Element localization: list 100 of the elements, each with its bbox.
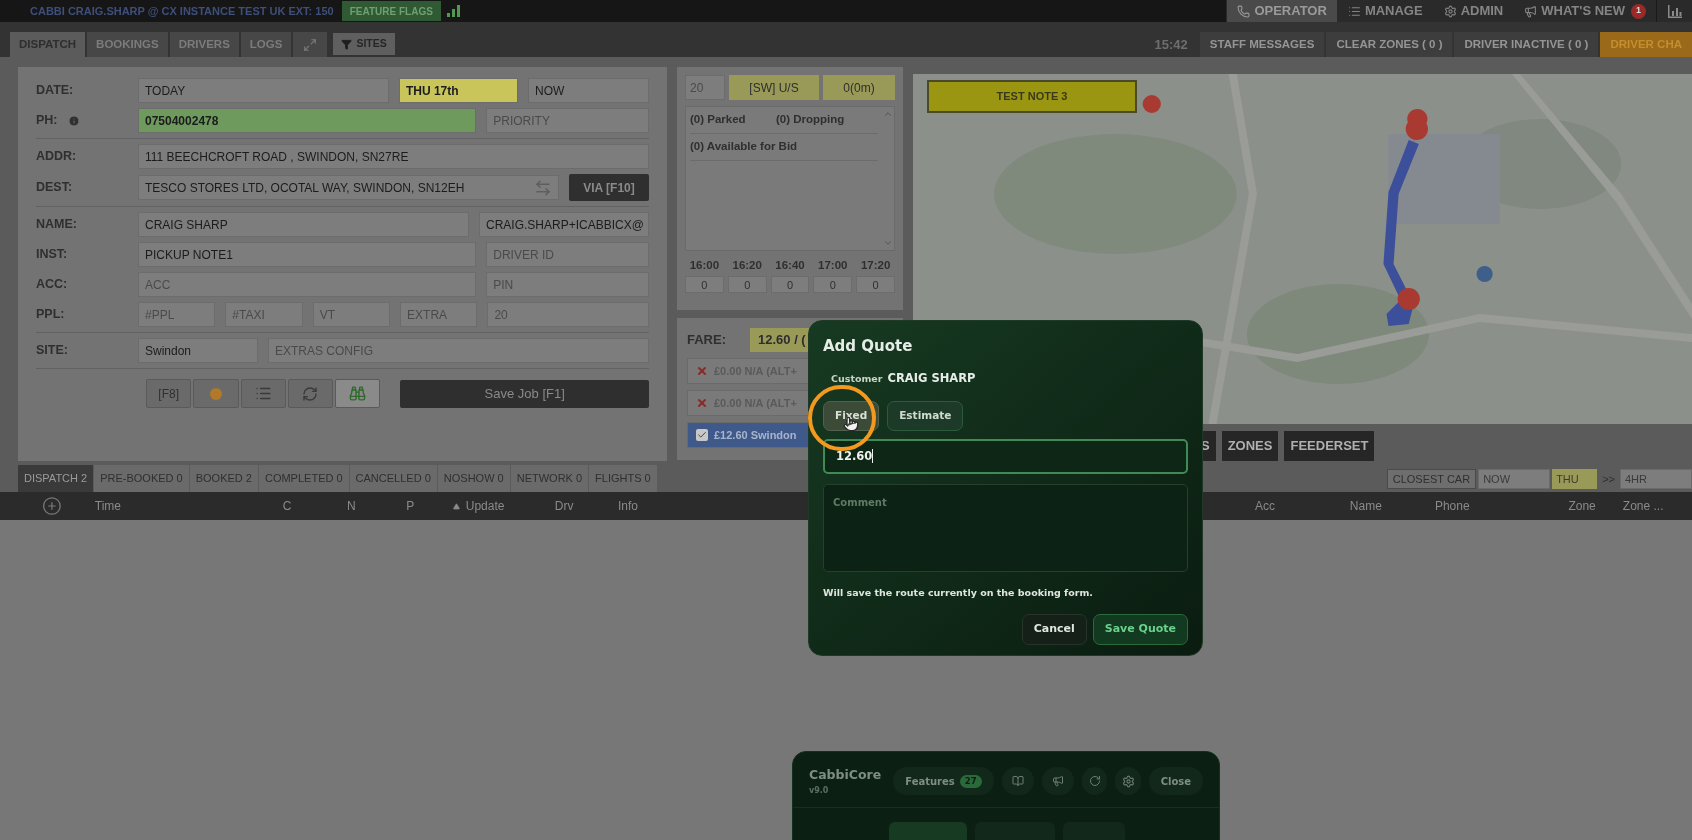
features-button[interactable]: Features 27 bbox=[893, 767, 994, 796]
count-badge: 1 bbox=[1631, 3, 1646, 19]
version-label: v9.0 bbox=[809, 784, 830, 797]
field-label: PPL: bbox=[36, 306, 65, 324]
job-tab[interactable]: PRE-BOOKED 0 bbox=[94, 465, 189, 492]
expand-button[interactable] bbox=[293, 32, 328, 57]
route-note: Will save the route currently on the booking form. bbox=[823, 585, 1094, 600]
input-field[interactable]: 07504002478 bbox=[138, 108, 477, 133]
column-header: C bbox=[282, 498, 292, 515]
input-field[interactable]: CRAIG SHARP bbox=[138, 212, 469, 237]
input-field[interactable]: TESCO STORES LTD, OCOTAL WAY, SWINDON, SN12EH bbox=[138, 175, 559, 200]
close-icon bbox=[696, 397, 708, 409]
slot-time: 17:00 bbox=[818, 258, 848, 273]
refresh-icon bbox=[302, 385, 319, 402]
column-header: Acc bbox=[1254, 498, 1275, 515]
column-header: N bbox=[346, 498, 356, 515]
save-quote-button[interactable]: Save Quote bbox=[1092, 614, 1188, 645]
status-button[interactable]: DRIVER INACTIVE ( 0 ) bbox=[1454, 32, 1599, 57]
slot-time: 16:20 bbox=[732, 258, 762, 273]
input-field[interactable]: 111 BEECHCROFT ROAD , SWINDON, SN27RE bbox=[138, 144, 649, 169]
input-field[interactable]: Swindon bbox=[138, 338, 258, 363]
via-button[interactable]: VIA [F10] bbox=[569, 174, 649, 201]
slot-time: 16:00 bbox=[689, 258, 720, 273]
slot-count: 0 bbox=[727, 276, 767, 294]
job-tab[interactable]: DISPATCH 2 bbox=[18, 465, 94, 492]
announce-button[interactable] bbox=[1041, 767, 1075, 796]
count-badge: 27 bbox=[959, 775, 982, 788]
cancel-button[interactable]: Cancel bbox=[1021, 614, 1087, 645]
save-job-button[interactable]: Save Job [F1] bbox=[400, 379, 649, 408]
tool-button[interactable] bbox=[240, 379, 286, 408]
customer-label: Customer bbox=[831, 371, 883, 386]
checkbox[interactable] bbox=[696, 429, 708, 441]
quote-type-button[interactable]: Estimate bbox=[887, 400, 964, 431]
field-label: NAME: bbox=[36, 216, 77, 234]
sites-button[interactable]: SITES bbox=[333, 33, 395, 55]
panel-title: CabbiCore bbox=[809, 766, 882, 784]
slot-count: 0 bbox=[685, 276, 724, 294]
scroll-down-icon bbox=[883, 238, 893, 248]
reload-icon bbox=[1088, 775, 1101, 788]
input-field[interactable]: 4HR bbox=[1620, 469, 1692, 489]
tool-button[interactable] bbox=[335, 379, 381, 408]
tool-button[interactable] bbox=[287, 379, 334, 408]
feature-flags-button[interactable]: FEATURE FLAGS bbox=[341, 1, 441, 21]
dialog-title: Add Quote bbox=[823, 336, 914, 357]
settings-button[interactable] bbox=[1115, 767, 1141, 796]
nav-icon bbox=[1443, 4, 1457, 18]
input-field[interactable]: NOW bbox=[1478, 469, 1551, 489]
column-header: Time bbox=[94, 498, 121, 515]
input-field[interactable]: TODAY bbox=[138, 78, 389, 103]
comment-field[interactable]: Comment bbox=[823, 483, 1188, 572]
reload-button[interactable] bbox=[1082, 767, 1108, 796]
status-button[interactable]: CLEAR ZONES ( 0 ) bbox=[1326, 32, 1453, 57]
close-icon bbox=[696, 365, 708, 377]
field-label: ADDR: bbox=[36, 148, 77, 166]
signal-icon bbox=[446, 5, 461, 17]
instance-title: CABBI CRAIG.SHARP @ CX INSTANCE TEST UK EXT: 150 bbox=[30, 3, 334, 19]
column-header: Update bbox=[465, 498, 505, 515]
slot-count: 0 bbox=[813, 276, 853, 294]
input-field[interactable]: PICKUP NOTE1 bbox=[138, 242, 477, 267]
tool-button[interactable]: [F8] bbox=[146, 379, 192, 408]
input-field[interactable]: CRAIG.SHARP+ICABBICX@ bbox=[479, 212, 649, 237]
record-icon bbox=[209, 387, 222, 400]
nav-tab[interactable]: MANAGE bbox=[1336, 0, 1433, 22]
list-cell-text: (0) Available for Bid bbox=[690, 139, 799, 155]
slot-count: 0 bbox=[770, 276, 810, 294]
list-icon bbox=[254, 385, 272, 402]
list-cell-text: (0) Dropping bbox=[776, 112, 846, 128]
list-cell-text: (0) Parked bbox=[690, 112, 747, 128]
amount-field[interactable]: 12.60 bbox=[823, 438, 1188, 474]
job-tab[interactable]: FLIGHTS 0 bbox=[589, 465, 657, 492]
input-field[interactable]: THU 17th bbox=[398, 78, 518, 103]
add-icon[interactable] bbox=[42, 496, 62, 516]
scroll-up-icon bbox=[883, 109, 893, 119]
job-tab[interactable]: COMPLETED 0 bbox=[258, 465, 349, 492]
close-button[interactable]: Close bbox=[1148, 767, 1203, 796]
status-button[interactable]: STAFF MESSAGES bbox=[1199, 32, 1325, 57]
expand-icon bbox=[303, 37, 318, 52]
day-field[interactable]: THU bbox=[1552, 469, 1598, 489]
nav-tab[interactable]: OPERATOR bbox=[1226, 0, 1337, 22]
nav-tab[interactable]: WHAT'S NEW 1 bbox=[1513, 0, 1656, 22]
docs-button[interactable] bbox=[1001, 767, 1034, 796]
job-tab[interactable]: NOSHOW 0 bbox=[437, 465, 510, 492]
fare-label: FARE: bbox=[687, 331, 726, 350]
nav-icon bbox=[1524, 4, 1538, 18]
slot-time: 17:20 bbox=[860, 258, 891, 273]
stats-button[interactable] bbox=[1656, 0, 1692, 22]
closest-car-button[interactable]: CLOSEST CAR bbox=[1386, 469, 1477, 489]
job-tab[interactable]: BOOKED 2 bbox=[189, 465, 258, 492]
clock-time: 15:42 bbox=[1153, 35, 1189, 54]
column-header: Name bbox=[1349, 498, 1382, 515]
field-label: INST: bbox=[36, 246, 68, 264]
nav-tab[interactable]: ADMIN bbox=[1432, 0, 1514, 22]
map-button[interactable]: FEEDERSET bbox=[1284, 431, 1375, 461]
swap-icon[interactable] bbox=[534, 178, 552, 197]
tool-button[interactable] bbox=[193, 379, 239, 408]
map-note: TEST NOTE 3 bbox=[927, 80, 1137, 113]
book-icon bbox=[1011, 775, 1024, 788]
column-header: Drv bbox=[554, 498, 574, 515]
input-field[interactable]: NOW bbox=[528, 78, 649, 103]
map-button[interactable]: ZONES bbox=[1221, 431, 1279, 461]
